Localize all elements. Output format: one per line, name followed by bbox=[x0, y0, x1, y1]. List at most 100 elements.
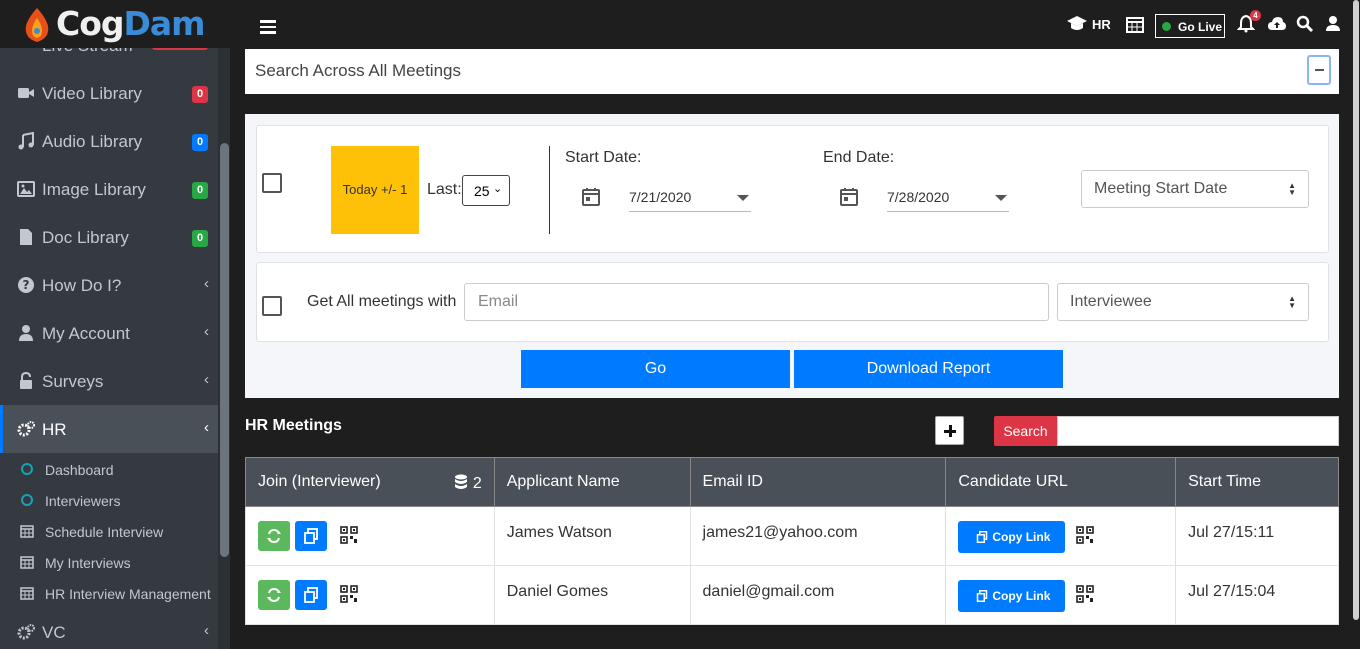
participant-filter-checkbox[interactable] bbox=[262, 296, 282, 316]
date-filter-card: Today +/- 1 Last: 25 ⌄ Start Date: 7/21/… bbox=[256, 125, 1329, 253]
search-across-meetings-header: Search Across All Meetings bbox=[245, 49, 1339, 94]
sidebar-scrollbar-thumb[interactable] bbox=[220, 143, 229, 557]
column-header-applicant[interactable]: Applicant Name bbox=[493, 457, 691, 507]
page-scrollbar[interactable] bbox=[1352, 0, 1360, 649]
cogs-icon bbox=[17, 421, 35, 437]
start-date-input[interactable]: 7/21/2020 bbox=[629, 182, 751, 212]
sidebar: Live Stream Video Library 0 Audio Librar… bbox=[0, 0, 230, 649]
divider bbox=[549, 146, 550, 234]
last-label: Last: bbox=[427, 181, 462, 198]
chevron-left-icon: ‹ bbox=[204, 323, 209, 340]
sidebar-item-my-account[interactable]: My Account ‹ bbox=[0, 309, 218, 357]
music-icon bbox=[18, 132, 34, 150]
sidebar-item-label: VC bbox=[42, 623, 66, 642]
copy-link-button[interactable]: Copy Link bbox=[958, 521, 1066, 553]
candidate-url-cell: Copy Link bbox=[945, 506, 1177, 566]
record-count: 2 bbox=[454, 474, 482, 493]
qr-code-icon[interactable] bbox=[340, 526, 358, 544]
sort-arrows-icon: ▲ ▼ bbox=[1288, 294, 1296, 310]
chevron-left-icon: ‹ bbox=[204, 275, 209, 292]
last-count-value: 25 bbox=[474, 183, 490, 199]
qr-code-icon[interactable] bbox=[340, 585, 358, 603]
column-header-join[interactable]: Join (Interviewer) 2 bbox=[245, 457, 495, 507]
circle-icon bbox=[21, 463, 33, 475]
search-input[interactable] bbox=[1057, 416, 1339, 446]
go-button[interactable]: Go bbox=[521, 350, 790, 388]
sidebar-subitem-interviewers[interactable]: Interviewers bbox=[0, 485, 218, 516]
copy-icon bbox=[304, 528, 318, 544]
brand-part-1: Cog bbox=[56, 4, 125, 43]
qr-code-icon[interactable] bbox=[1076, 526, 1095, 544]
sidebar-item-label: Dashboard bbox=[45, 462, 114, 478]
rejoin-button[interactable] bbox=[258, 521, 290, 551]
collapse-button[interactable] bbox=[1307, 55, 1331, 85]
sidebar-item-audio-library[interactable]: Audio Library 0 bbox=[0, 117, 218, 165]
copy-join-link-button[interactable] bbox=[295, 580, 327, 610]
question-icon: ? bbox=[18, 277, 34, 293]
today-range-button[interactable]: Today +/- 1 bbox=[331, 146, 419, 234]
sidebar-item-label: My Interviews bbox=[45, 555, 131, 571]
sidebar-item-image-library[interactable]: Image Library 0 bbox=[0, 165, 218, 213]
refresh-icon bbox=[267, 528, 281, 544]
caret-down-icon bbox=[995, 195, 1007, 201]
chevron-down-icon: ⌄ bbox=[493, 183, 503, 195]
role-label[interactable]: HR bbox=[1092, 17, 1111, 32]
logo[interactable]: CogDam bbox=[0, 0, 230, 48]
sidebar-subitem-dashboard[interactable]: Dashboard bbox=[0, 454, 218, 485]
sidebar-item-surveys[interactable]: Surveys ‹ bbox=[0, 357, 218, 405]
copy-join-link-button[interactable] bbox=[295, 521, 327, 551]
record-count-value: 2 bbox=[472, 475, 482, 492]
column-header-label: Join (Interviewer) bbox=[258, 473, 381, 490]
sidebar-item-vc[interactable]: VC ‹ bbox=[0, 608, 218, 649]
sidebar-item-video-library[interactable]: Video Library 0 bbox=[0, 69, 218, 117]
add-meeting-button[interactable] bbox=[935, 416, 964, 445]
section-title: Search Across All Meetings bbox=[255, 61, 461, 80]
calendar-icon[interactable] bbox=[1126, 15, 1144, 33]
last-count-select[interactable]: 25 ⌄ bbox=[462, 175, 510, 206]
sidebar-item-doc-library[interactable]: Doc Library 0 bbox=[0, 213, 218, 261]
candidate-url-cell: Copy Link bbox=[945, 565, 1177, 625]
column-header-candidate-url[interactable]: Candidate URL bbox=[945, 457, 1177, 507]
user-icon[interactable] bbox=[1324, 15, 1342, 33]
sidebar-item-how-do-i[interactable]: ? How Do I? ‹ bbox=[0, 261, 218, 309]
video-icon bbox=[18, 88, 34, 98]
live-status-dot bbox=[1162, 22, 1171, 31]
search-button[interactable]: Search bbox=[994, 416, 1057, 446]
count-badge: 0 bbox=[192, 182, 208, 199]
date-filter-checkbox[interactable] bbox=[262, 173, 282, 193]
cogs-icon bbox=[17, 624, 35, 640]
email-input[interactable]: Email bbox=[464, 283, 1049, 321]
qr-code-icon[interactable] bbox=[1076, 585, 1095, 603]
join-actions-cell bbox=[245, 565, 495, 625]
start-date-value: 7/21/2020 bbox=[629, 189, 692, 205]
cloud-upload-icon[interactable] bbox=[1267, 15, 1287, 33]
minus-icon bbox=[1315, 69, 1324, 71]
sidebar-item-label: My Account bbox=[42, 324, 130, 343]
go-live-button[interactable]: Go Live bbox=[1155, 14, 1225, 38]
download-report-button[interactable]: Download Report bbox=[794, 350, 1063, 388]
sort-field-select[interactable]: Meeting Start Date ▲ ▼ bbox=[1081, 170, 1309, 208]
count-badge: 0 bbox=[192, 230, 208, 247]
chevron-left-icon: ‹ bbox=[204, 622, 209, 639]
column-header-start-time[interactable]: Start Time bbox=[1175, 457, 1339, 507]
hamburger-menu-icon[interactable] bbox=[260, 20, 276, 34]
meetings-table: Join (Interviewer) 2 Applicant Name Emai… bbox=[245, 457, 1339, 625]
file-icon bbox=[20, 229, 32, 245]
search-icon[interactable] bbox=[1296, 15, 1314, 33]
page-scrollbar-thumb[interactable] bbox=[1353, 0, 1359, 620]
sidebar-subitem-schedule-interview[interactable]: Schedule Interview bbox=[0, 516, 218, 547]
sidebar-item-label: Schedule Interview bbox=[45, 524, 164, 540]
graduation-cap-icon[interactable] bbox=[1066, 15, 1088, 33]
calendar-icon[interactable] bbox=[581, 187, 601, 207]
sidebar-subitem-hr-interview-management[interactable]: HR Interview Management bbox=[0, 578, 218, 609]
calendar-icon[interactable] bbox=[839, 187, 859, 207]
sort-arrows-icon: ▲ ▼ bbox=[1288, 181, 1296, 197]
sidebar-subitem-my-interviews[interactable]: My Interviews bbox=[0, 547, 218, 578]
end-date-input[interactable]: 7/28/2020 bbox=[887, 182, 1009, 212]
rejoin-button[interactable] bbox=[258, 580, 290, 610]
brand-part-2: Dam bbox=[123, 4, 206, 43]
column-header-email[interactable]: Email ID bbox=[689, 457, 947, 507]
sidebar-item-hr[interactable]: HR ‹ bbox=[0, 405, 218, 453]
role-select[interactable]: Interviewee ▲ ▼ bbox=[1057, 283, 1309, 321]
copy-link-button[interactable]: Copy Link bbox=[958, 580, 1066, 612]
